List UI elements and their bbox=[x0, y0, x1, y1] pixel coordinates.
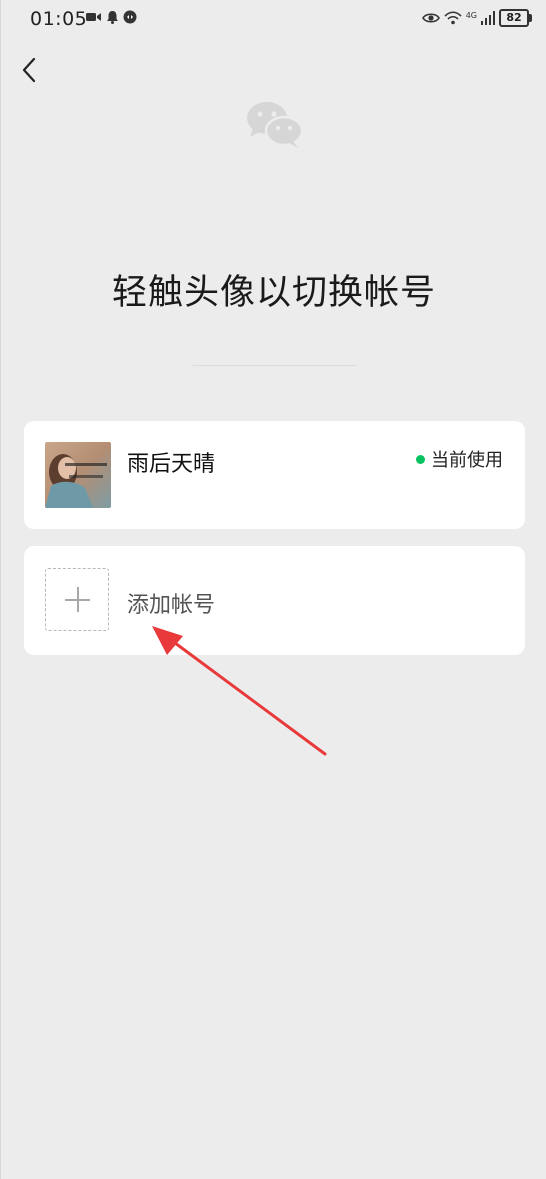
bell-icon bbox=[107, 11, 118, 24]
wifi-icon bbox=[444, 11, 462, 25]
active-dot-icon bbox=[416, 454, 425, 464]
plus-icon-vertical bbox=[77, 587, 79, 612]
status-badge: 当前使用 bbox=[416, 446, 503, 472]
add-account-button[interactable] bbox=[45, 568, 109, 631]
status-time: 01:05 bbox=[30, 8, 88, 30]
network-type: 4G bbox=[465, 10, 477, 20]
signal-icon bbox=[481, 11, 495, 25]
app-notification-icon bbox=[123, 10, 137, 24]
notification-icons bbox=[86, 10, 137, 24]
switch-account-screen: 01:05 4G 82 轻触头像以切换帐号 雨后天晴 当前使用 添加帐号 bbox=[0, 0, 546, 1179]
avatar-photo bbox=[45, 442, 111, 508]
add-account-label: 添加帐号 bbox=[127, 593, 216, 618]
eye-icon bbox=[421, 13, 440, 23]
account-card[interactable]: 雨后天晴 当前使用 bbox=[24, 421, 525, 529]
system-status-icons: 4G 82 bbox=[421, 9, 532, 27]
wechat-logo-icon bbox=[247, 102, 304, 148]
page-title: 轻触头像以切换帐号 bbox=[111, 273, 436, 313]
account-name: 雨后天晴 bbox=[127, 452, 216, 477]
divider bbox=[193, 365, 357, 366]
add-account-card[interactable]: 添加帐号 bbox=[24, 546, 525, 655]
status-bar: 01:05 4G 82 bbox=[1, 0, 546, 40]
back-arrow-icon[interactable] bbox=[17, 56, 45, 84]
battery-icon: 82 bbox=[499, 9, 532, 27]
video-icon bbox=[86, 13, 101, 21]
avatar[interactable] bbox=[45, 442, 111, 508]
battery-level: 82 bbox=[506, 11, 522, 24]
status-label: 当前使用 bbox=[431, 450, 503, 471]
